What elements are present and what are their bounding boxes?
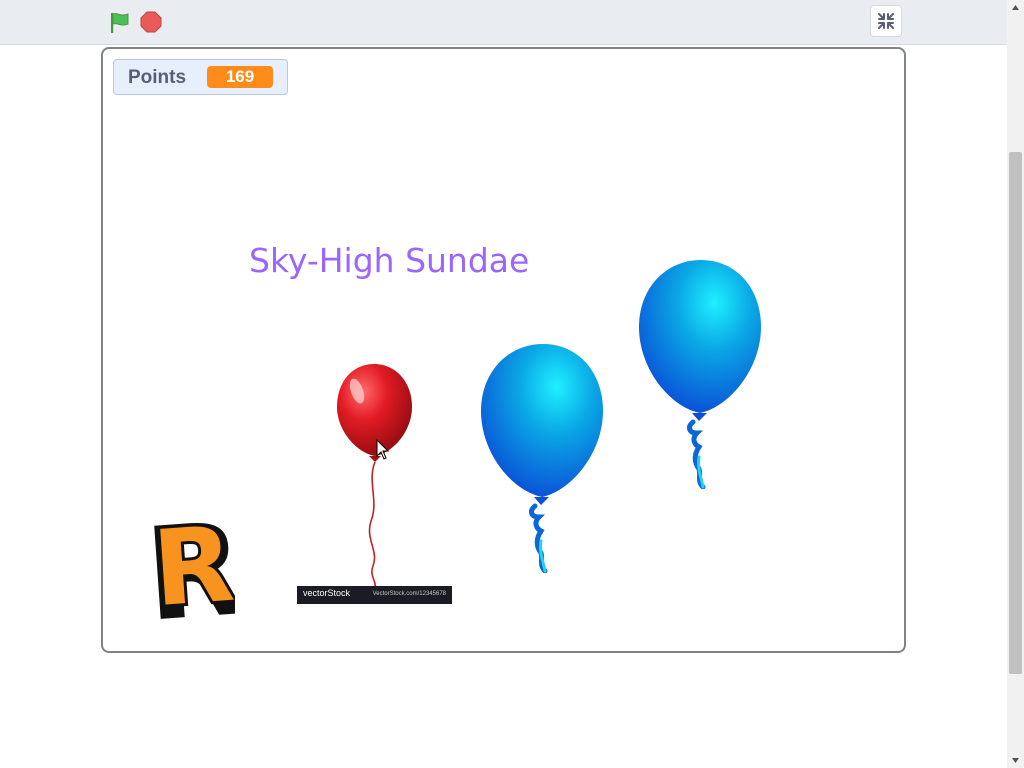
- green-flag-icon[interactable]: [108, 11, 132, 35]
- exit-fullscreen-icon: [878, 13, 894, 29]
- variable-monitor-points: Points 169: [113, 59, 288, 95]
- red-balloon-sprite[interactable]: [333, 361, 417, 591]
- monitor-value: 169: [207, 66, 273, 88]
- stage-canvas[interactable]: Points 169 Sky-High Sundae R R vectorSto…: [101, 47, 906, 653]
- watermark-url: VectorStock.com/12345678: [372, 591, 446, 597]
- blue-balloon-sprite[interactable]: [479, 341, 605, 573]
- letter-r-glyph: R: [149, 503, 235, 630]
- monitor-label: Points: [128, 67, 187, 88]
- scroll-down-arrow-icon[interactable]: [1007, 751, 1024, 768]
- page-scrollbar[interactable]: [1007, 0, 1024, 768]
- watermark-brand: vectorStock: [303, 588, 351, 598]
- game-title: Sky-High Sundae: [249, 241, 530, 280]
- stop-sign-icon[interactable]: [140, 11, 162, 33]
- scrollbar-thumb[interactable]: [1009, 152, 1022, 674]
- blue-balloon-sprite[interactable]: [637, 257, 763, 489]
- exit-fullscreen-button[interactable]: [870, 5, 902, 37]
- letter-r-sprite[interactable]: R R: [135, 489, 235, 634]
- image-watermark: vectorStock VectorStock.com/12345678: [297, 586, 452, 604]
- stage-header: [0, 0, 1007, 45]
- scroll-up-arrow-icon[interactable]: [1007, 0, 1024, 17]
